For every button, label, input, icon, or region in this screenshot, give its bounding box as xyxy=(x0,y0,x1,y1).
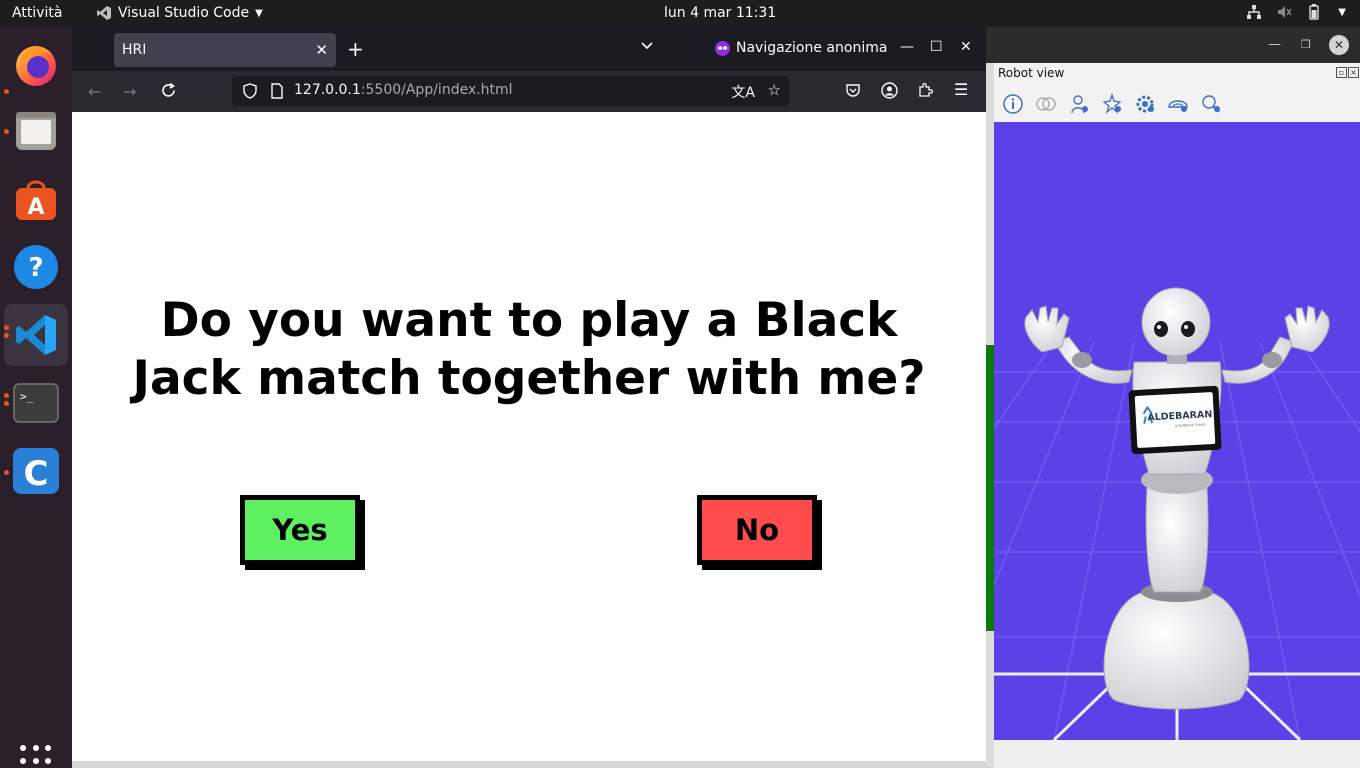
dock: A ? >_ C xyxy=(0,27,72,768)
dock-running-indicator xyxy=(4,325,9,330)
private-browsing-indicator: Navigazione anonima xyxy=(715,40,887,56)
dock-running-indicator xyxy=(4,401,9,406)
network-icon xyxy=(1247,5,1262,19)
question-heading: Do you want to play a Black Jack match t… xyxy=(132,293,926,406)
svg-text:?: ? xyxy=(28,253,43,283)
dock-running-indicator xyxy=(4,393,9,398)
dock-terminal[interactable]: >_ xyxy=(4,372,68,434)
tracking-protection-icon[interactable] xyxy=(242,83,258,99)
power-menu-chevron-icon: ▼ xyxy=(1338,6,1346,18)
robot-scene-render: ALDEBARAN a SoftBank Group xyxy=(994,287,1360,740)
view-joints-icon[interactable] xyxy=(1034,93,1058,115)
settings-icon[interactable] xyxy=(1133,93,1157,115)
maximize-button[interactable]: ☐ xyxy=(930,39,943,55)
underlying-window-green-bar xyxy=(986,345,994,631)
navigation-toolbar: ← → 127.0.0.1:5500/App/index.html 文A ☆ ☰ xyxy=(72,71,986,112)
robot-view-title: Robot view xyxy=(998,66,1065,80)
choregraphe-icon: C xyxy=(13,448,59,494)
dock-running-indicator xyxy=(4,129,9,134)
svg-text:C: C xyxy=(24,454,49,494)
terminal-icon: >_ xyxy=(13,383,59,423)
browser-window: HRI ✕ + Navigazione anonima — ☐ ✕ ← → 12… xyxy=(72,27,986,768)
private-browsing-label: Navigazione anonima xyxy=(736,40,888,56)
dock-app-center[interactable]: A xyxy=(4,168,68,230)
extensions-icon[interactable] xyxy=(917,82,933,98)
bookmark-star-icon[interactable]: ☆ xyxy=(768,81,781,99)
robot-window-titlebar: — ❐ ✕ xyxy=(986,27,1360,63)
dock-choregraphe[interactable]: C xyxy=(4,440,68,502)
robot-window-restore-button[interactable]: ❐ xyxy=(1301,38,1311,51)
clock[interactable]: lun 4 mar 11:31 xyxy=(664,5,776,21)
robot-selection-icon[interactable] xyxy=(1067,93,1091,115)
robot-window-close-button[interactable]: ✕ xyxy=(1329,35,1349,55)
forward-button[interactable]: → xyxy=(123,82,136,101)
robot-view-toolbar xyxy=(994,85,1360,123)
tab-hri[interactable]: HRI ✕ xyxy=(114,33,336,67)
back-button[interactable]: ← xyxy=(88,82,101,101)
vscode-icon xyxy=(16,315,56,355)
svg-text:>_: >_ xyxy=(20,390,34,403)
url-bar[interactable]: 127.0.0.1:5500/App/index.html 文A ☆ xyxy=(232,76,789,106)
dock-files[interactable] xyxy=(4,100,68,162)
pocket-icon[interactable] xyxy=(845,82,861,98)
battery-icon xyxy=(1309,4,1319,20)
url-text[interactable]: 127.0.0.1:5500/App/index.html xyxy=(294,82,513,98)
dock-running-indicator xyxy=(4,470,9,475)
app-menu[interactable]: Visual Studio Code ▼ xyxy=(96,5,263,21)
robot-view-window: — ❐ ✕ Robot view ▫ × ALDEBARAN a SoftBan… xyxy=(986,27,1360,768)
undock-panel-button[interactable]: ▫ xyxy=(1336,67,1347,78)
firefox-icon xyxy=(16,46,56,86)
apps-grid-icon[interactable] xyxy=(20,745,52,768)
help-icon: ? xyxy=(14,245,58,289)
robot-3d-view[interactable]: ALDEBARAN a SoftBank Group xyxy=(994,122,1360,740)
minimize-button[interactable]: — xyxy=(900,39,914,55)
dock-running-indicator xyxy=(4,89,9,94)
robot-view-panel-header: Robot view ▫ × xyxy=(994,63,1360,85)
account-icon[interactable] xyxy=(881,82,898,99)
close-panel-button[interactable]: × xyxy=(1348,67,1359,78)
tab-title: HRI xyxy=(122,42,147,58)
no-button[interactable]: No xyxy=(697,495,817,565)
volume-muted-icon xyxy=(1278,6,1292,18)
app-center-icon: A xyxy=(16,180,56,220)
robot-window-minimize-button[interactable]: — xyxy=(1268,37,1281,52)
private-mask-icon xyxy=(715,40,730,56)
yes-button[interactable]: Yes xyxy=(240,495,360,565)
sonar-icon[interactable] xyxy=(1100,93,1124,115)
page-content: Do you want to play a Black Jack match t… xyxy=(72,112,986,761)
activities-button[interactable]: Attività xyxy=(12,5,62,21)
chevron-down-icon: ▼ xyxy=(255,7,263,19)
hamburger-menu-icon[interactable]: ☰ xyxy=(954,80,968,99)
system-tray[interactable]: ▼ xyxy=(1246,4,1346,20)
system-top-bar: Attività Visual Studio Code ▼ lun 4 mar … xyxy=(0,0,1360,27)
camera-view-icon[interactable] xyxy=(1166,93,1190,115)
files-icon xyxy=(16,112,56,150)
dock-firefox[interactable] xyxy=(4,33,68,95)
translate-icon[interactable]: 文A xyxy=(731,82,755,102)
info-icon[interactable] xyxy=(1001,93,1025,115)
horizontal-scrollbar[interactable] xyxy=(72,761,986,768)
close-window-button[interactable]: ✕ xyxy=(960,39,972,55)
dock-running-indicator xyxy=(4,333,9,338)
tab-bar: HRI ✕ + Navigazione anonima — ☐ ✕ xyxy=(72,27,986,71)
page-info-icon[interactable] xyxy=(270,83,284,99)
reload-icon[interactable] xyxy=(160,82,177,99)
vscode-small-icon xyxy=(97,6,111,20)
close-tab-icon[interactable]: ✕ xyxy=(315,41,328,59)
new-tab-button[interactable]: + xyxy=(347,37,364,61)
dock-help[interactable]: ? xyxy=(4,236,68,298)
zoom-icon[interactable] xyxy=(1199,93,1223,115)
list-all-tabs-icon[interactable] xyxy=(640,39,654,53)
svg-text:A: A xyxy=(27,195,44,220)
app-menu-label: Visual Studio Code xyxy=(118,5,250,21)
dock-vscode[interactable] xyxy=(4,304,68,366)
